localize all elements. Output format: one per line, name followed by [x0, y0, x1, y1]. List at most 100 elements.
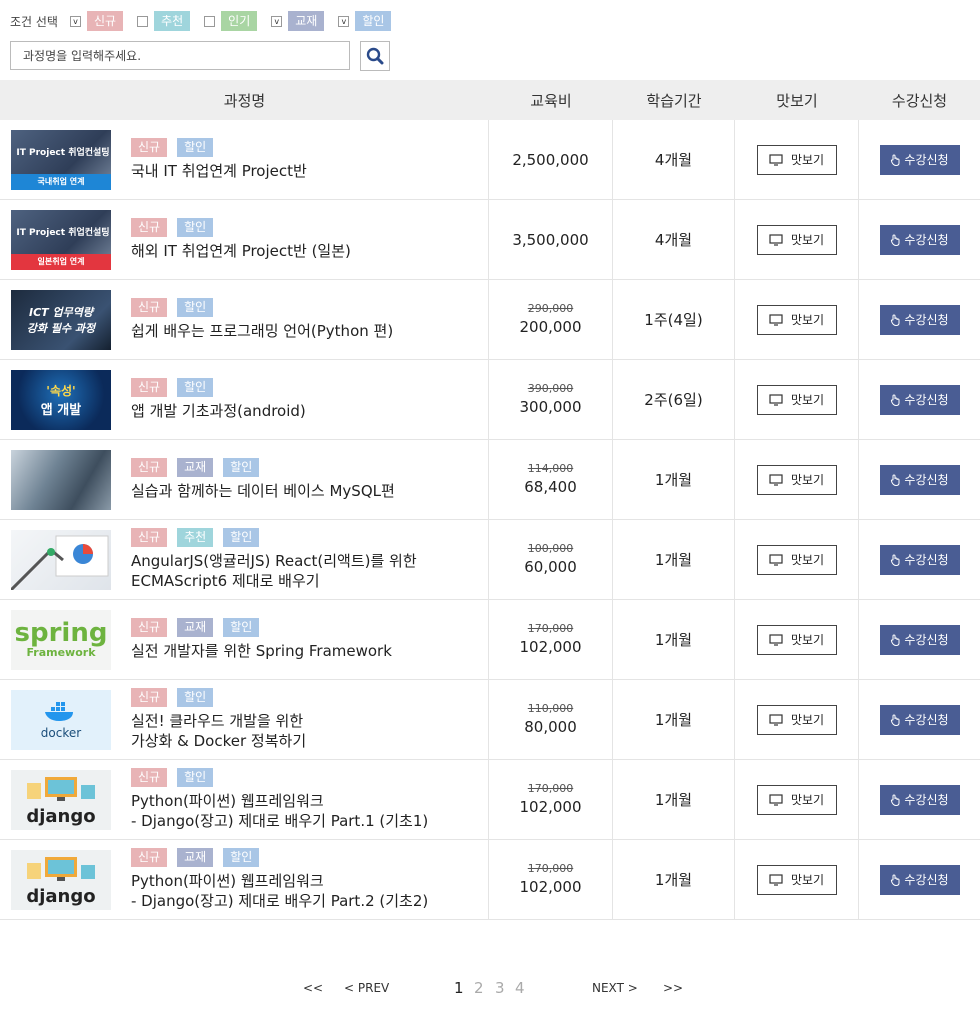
filter-item[interactable]: v 할인 [338, 11, 392, 31]
course-tags: 신규 할인 [131, 138, 307, 157]
filter-checkbox[interactable]: v [69, 15, 81, 27]
tuition-cell: 170,000 102,000 [489, 600, 613, 679]
course-thumbnail[interactable]: IT Project 취업컨설팅 국내취업 연계 [11, 129, 111, 190]
course-thumbnail[interactable]: django [11, 849, 111, 910]
course-tags: 신규 할인 [131, 688, 306, 707]
course-title[interactable]: 실습과 함께하는 데이터 베이스 MySQL편 [131, 481, 395, 501]
course-tag: 신규 [131, 618, 168, 637]
course-title-line: 국내 IT 취업연계 Project반 [131, 162, 307, 180]
course-thumbnail[interactable]: docker [11, 689, 111, 750]
course-thumbnail[interactable] [11, 449, 111, 510]
table-row: spring Framework 신규 교재 할인 실전 개발자를 위한 Spring F… [0, 600, 980, 680]
enroll-button[interactable]: 수강신청 [879, 304, 960, 335]
course-thumbnail[interactable]: spring Framework [11, 609, 111, 670]
preview-button[interactable]: 맛보기 [756, 704, 837, 735]
course-tag: 신규 [131, 458, 168, 477]
filter-tag: 할인 [355, 11, 392, 31]
course-title[interactable]: 실전 개발자를 위한 Spring Framework [131, 641, 392, 661]
enroll-cell: 수강신청 [859, 520, 980, 599]
sale-price: 2,500,000 [512, 150, 589, 169]
course-cell: 신규 교재 할인 실습과 함께하는 데이터 베이스 MySQL편 [0, 440, 489, 519]
course-thumbnail[interactable]: ICT 업무역량 강화 필수 과정 [11, 289, 111, 350]
course-title[interactable]: Python(파이썬) 웹프레임워크 - Django(장고) 제대로 배우기 P… [131, 791, 428, 831]
preview-button[interactable]: 맛보기 [756, 384, 837, 415]
monitor-icon [769, 393, 791, 406]
course-tags: 신규 할인 [131, 768, 428, 787]
course-title[interactable]: 해외 IT 취업연계 Project반 (일본) [131, 241, 351, 261]
page-link-4[interactable]: 4 [515, 978, 525, 998]
page-link-2[interactable]: 2 [474, 978, 484, 998]
search-input[interactable] [10, 41, 350, 70]
sale-price: 3,500,000 [512, 230, 589, 249]
filter-item[interactable]: v 신규 [69, 11, 124, 31]
course-thumbnail[interactable]: IT Project 취업컨설팅 일본취업 연계 [11, 209, 111, 270]
original-price: 170,000 [527, 621, 574, 635]
course-title-line: 쉽게 배우는 프로그래밍 언어(Python 편) [131, 322, 394, 340]
filter-checkbox[interactable]: v [338, 15, 350, 27]
enroll-button[interactable]: 수강신청 [879, 864, 960, 895]
price-block: 3,500,000 [512, 229, 588, 251]
course-title-line: ECMAScript6 제대로 배우기 [131, 572, 320, 590]
course-title[interactable]: AngularJS(앵귤러JS) React(리액트)를 위한 ECMAScrip… [131, 551, 417, 591]
course-cell: django 신규 교재 할인 Python(파이썬) 웹프레임워크 - Django(장… [0, 840, 489, 919]
prev-page-link[interactable]: < PREV [344, 978, 389, 998]
preview-button[interactable]: 맛보기 [756, 224, 837, 255]
course-thumbnail[interactable]: django [11, 769, 111, 830]
study-period: 1개월 [654, 791, 693, 809]
page-link-3[interactable]: 3 [495, 978, 505, 998]
sale-price: 200,000 [519, 317, 582, 336]
filter-checkbox[interactable] [204, 15, 216, 27]
course-tags: 신규 할인 [131, 378, 306, 397]
page-link-1[interactable]: 1 [454, 978, 464, 998]
enroll-cell: 수강신청 [859, 840, 980, 919]
enroll-button[interactable]: 수강신청 [879, 544, 960, 575]
table-row: 신규 추천 할인 AngularJS(앵귤러JS) React(리액트)를 위한 ECM… [0, 520, 980, 600]
preview-button[interactable]: 맛보기 [756, 784, 837, 815]
filter-item[interactable]: 인기 [204, 11, 258, 31]
course-title[interactable]: 쉽게 배우는 프로그래밍 언어(Python 편) [131, 321, 393, 341]
course-title[interactable]: 앱 개발 기초과정(android) [131, 401, 306, 421]
enroll-button[interactable]: 수강신청 [879, 704, 960, 735]
filter-checkbox[interactable] [137, 15, 149, 27]
course-thumbnail[interactable] [11, 529, 111, 590]
period-cell: 2주(6일) [613, 360, 735, 439]
enroll-button[interactable]: 수강신청 [879, 624, 960, 655]
next-page-link[interactable]: NEXT > [592, 978, 638, 998]
preview-label: 맛보기 [790, 153, 825, 167]
enroll-button[interactable]: 수강신청 [879, 464, 960, 495]
filter-item[interactable]: v 교재 [271, 11, 325, 31]
course-title[interactable]: 실전! 클라우드 개발을 위한 가상화 & Docker 정복하기 [131, 711, 306, 751]
course-title[interactable]: 국내 IT 취업연계 Project반 [131, 161, 307, 181]
enroll-label: 수강신청 [904, 793, 949, 807]
last-page-link[interactable]: >> [663, 978, 683, 998]
preview-button[interactable]: 맛보기 [756, 144, 837, 175]
course-cell: '속성' 앱 개발 신규 할인앱 개발 기초과정(android) [0, 360, 489, 439]
price-block: 100,000 60,000 [524, 542, 577, 578]
preview-button[interactable]: 맛보기 [756, 304, 837, 335]
thumb-text: 앱 개발 [40, 402, 82, 418]
pagination: << < PREV 1 2 3 4 NEXT > >> [0, 978, 980, 998]
preview-button[interactable]: 맛보기 [756, 864, 837, 895]
course-cell: 신규 추천 할인 AngularJS(앵귤러JS) React(리액트)를 위한 ECM… [0, 520, 489, 599]
enroll-button[interactable]: 수강신청 [879, 784, 960, 815]
preview-cell: 맛보기 [735, 440, 859, 519]
filter-checkbox[interactable]: v [271, 15, 283, 27]
preview-button[interactable]: 맛보기 [756, 464, 837, 495]
first-page-link[interactable]: << [303, 978, 323, 998]
preview-button[interactable]: 맛보기 [756, 544, 837, 575]
filter-item[interactable]: 추천 [137, 11, 191, 31]
course-thumbnail[interactable]: '속성' 앱 개발 [11, 369, 111, 430]
course-cell: django 신규 할인 Python(파이썬) 웹프레임워크 - Django(장고)… [0, 760, 489, 839]
tuition-cell: 170,000 102,000 [489, 840, 613, 919]
preview-button[interactable]: 맛보기 [756, 624, 837, 655]
study-period: 1개월 [654, 711, 693, 729]
course-title[interactable]: Python(파이썬) 웹프레임워크 - Django(장고) 제대로 배우기 P… [131, 871, 428, 911]
filter-tag: 신규 [86, 11, 124, 31]
enroll-button[interactable]: 수강신청 [879, 144, 960, 175]
course-tag: 신규 [131, 138, 168, 157]
course-title-line: - Django(장고) 제대로 배우기 Part.1 (기초1) [131, 812, 429, 830]
enroll-button[interactable]: 수강신청 [879, 384, 960, 415]
header-enroll: 수강신청 [891, 91, 948, 110]
enroll-button[interactable]: 수강신청 [879, 224, 960, 255]
search-button[interactable] [360, 41, 390, 71]
